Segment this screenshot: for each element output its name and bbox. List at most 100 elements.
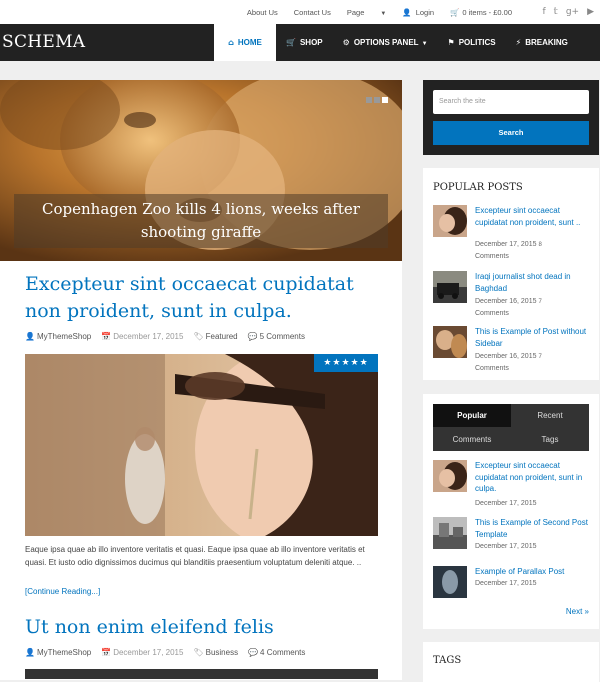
page-menu[interactable]: Page ▼ [347, 8, 386, 17]
tab-popular[interactable]: Popular [433, 404, 511, 427]
widget-title: POPULAR POSTS [433, 182, 523, 193]
featured-slider[interactable]: Copenhagen Zoo kills 4 lions, weeks afte… [0, 80, 402, 261]
about-us-link[interactable]: About Us [247, 8, 278, 17]
google-plus-icon[interactable]: g+ [566, 7, 579, 17]
nav-label: POLITICS [458, 38, 496, 47]
post-thumbnail[interactable] [433, 566, 467, 598]
tab-recent[interactable]: Recent [511, 404, 589, 427]
category-text: Featured [205, 332, 238, 341]
post-comments[interactable]: 💬 5 Comments [248, 332, 305, 341]
gears-icon: ⚙ [342, 38, 350, 47]
cart-icon: 🛒 [450, 7, 460, 17]
twitter-icon[interactable]: 𝕥 [554, 7, 558, 17]
facebook-icon[interactable]: f [542, 7, 545, 17]
social-links: f 𝕥 g+ ▶ [534, 0, 594, 24]
date-text: December 17, 2015 [113, 332, 184, 341]
post-comments[interactable]: 💬 4 Comments [248, 648, 305, 657]
comments-text: 4 Comments [260, 648, 306, 657]
login-link[interactable]: 👤 Login [402, 8, 434, 17]
post-featured-image[interactable]: ★★★★★ [25, 354, 378, 536]
nav-item-breaking[interactable]: ⚡ BREAKING [506, 24, 578, 61]
post-date: 📅 December 17, 2015 [101, 648, 183, 657]
post-thumbnail[interactable] [433, 326, 467, 358]
list-item: Excepteur sint occaecat cupidatat non pr… [433, 205, 595, 260]
post-link[interactable]: This is Example of Second Post Template [475, 517, 593, 540]
main-nav: ⌂ HOME 🛒 SHOP ⚙ OPTIONS PANEL ▼ ⚑ POLITICS ⚡ B… [214, 24, 578, 61]
post-date: December 17, 2015 [475, 543, 537, 550]
tab-bar: Popular Recent Comments Tags [433, 404, 589, 451]
list-item: This is Example of Post without Sidebar … [433, 326, 595, 376]
slider-dot[interactable] [366, 97, 372, 103]
continue-reading-link[interactable]: [Continue Reading...] [25, 587, 100, 596]
post-meta: 👤 MyThemeShop 📅 December 17, 2015 🏷 Feature… [25, 332, 315, 341]
post-thumbnail[interactable] [433, 517, 467, 549]
search-input[interactable]: Search the site [433, 90, 589, 114]
comment-count: 7 [538, 354, 542, 360]
post-thumbnail[interactable] [433, 460, 467, 492]
nav-label: SHOP [299, 38, 323, 47]
nav-item-shop[interactable]: 🛒 SHOP [276, 24, 333, 61]
post-author[interactable]: 👤 MyThemeShop [25, 648, 91, 657]
bolt-icon: ⚡ [515, 38, 522, 47]
comments-icon: 💬 [247, 332, 258, 341]
caret-down-icon: ▼ [380, 10, 387, 17]
post-title[interactable]: Ut non enim eleifend felis [25, 614, 385, 641]
post-link[interactable]: Example of Parallax Post [475, 566, 593, 578]
calendar-icon: 📅 [101, 648, 112, 657]
comment-count: 7 [538, 299, 542, 305]
home-icon: ⌂ [228, 38, 234, 47]
cart-label: 0 items - £0.00 [462, 7, 512, 17]
post-link[interactable]: Iraqi journalist shot dead in Baghdad [475, 271, 593, 294]
post-category[interactable]: 🏷 Business [193, 648, 238, 657]
tab-comments[interactable]: Comments [433, 428, 511, 451]
rating-stars: ★★★★★ [314, 354, 378, 372]
login-label: Login [415, 7, 435, 17]
date-text: December 17, 2015 [475, 241, 537, 248]
caret-down-icon: ▼ [421, 41, 428, 47]
slider-dot-active[interactable] [382, 97, 388, 103]
category-text: Business [205, 648, 239, 657]
nav-item-politics[interactable]: ⚑ POLITICS [438, 24, 506, 61]
slider-dots [364, 97, 388, 103]
site-header: SCHEMA ⌂ HOME 🛒 SHOP ⚙ OPTIONS PANEL ▼ ⚑ POLI… [0, 24, 600, 61]
nav-item-options-panel[interactable]: ⚙ OPTIONS PANEL ▼ [333, 24, 438, 61]
nav-item-home[interactable]: ⌂ HOME [214, 24, 276, 61]
cart-link[interactable]: 🛒 0 items - £0.00 [450, 8, 512, 17]
search-button[interactable]: Search [433, 121, 589, 145]
comments-text: 5 Comments [259, 332, 305, 341]
user-icon: 👤 [402, 7, 412, 17]
post-author[interactable]: 👤 MyThemeShop [25, 332, 91, 341]
calendar-icon: 📅 [101, 332, 112, 341]
comments-label: Comments [475, 365, 509, 372]
post-link[interactable]: This is Example of Post without Sidebar [475, 326, 593, 349]
list-item: Excepteur sint occaecat cupidatat non pr… [433, 460, 595, 510]
post-meta: 👤 MyThemeShop 📅 December 17, 2015 🏷 Busines… [25, 648, 315, 657]
tag-icon: 🏷 [193, 332, 204, 341]
post-date: December 17, 2015 [475, 500, 537, 507]
date-text: December 16, 2015 [475, 298, 537, 305]
slider-caption[interactable]: Copenhagen Zoo kills 4 lions, weeks afte… [14, 194, 388, 248]
post-date: December 17, 2015 [475, 580, 537, 587]
next-button[interactable]: Next » [566, 607, 589, 616]
post-link[interactable]: Excepteur sint occaecat cupidatat non pr… [475, 205, 593, 228]
nav-label: BREAKING [525, 38, 568, 47]
user-icon: 👤 [25, 332, 35, 341]
list-item: Iraqi journalist shot dead in Baghdad De… [433, 271, 595, 321]
date-text: December 17, 2015 [113, 648, 184, 657]
youtube-icon[interactable]: ▶ [587, 7, 594, 17]
post-date: 📅 December 17, 2015 [101, 332, 183, 341]
search-widget: Search the site Search [423, 80, 599, 155]
post-thumbnail[interactable] [433, 205, 467, 237]
contact-us-link[interactable]: Contact Us [294, 8, 331, 17]
cart-icon: 🛒 [286, 38, 296, 47]
post-link[interactable]: Excepteur sint occaecat cupidatat non pr… [475, 460, 593, 495]
slider-dot[interactable] [374, 97, 380, 103]
post-thumbnail[interactable] [433, 271, 467, 303]
post-title[interactable]: Excepteur sint occaecat cupidatat non pr… [25, 271, 355, 325]
woman-photo [25, 354, 378, 536]
post-category[interactable]: 🏷 Featured [193, 332, 237, 341]
site-logo[interactable]: SCHEMA [2, 24, 85, 61]
tag-icon: 🏷 [193, 648, 204, 657]
user-icon: 👤 [25, 648, 35, 657]
tab-tags[interactable]: Tags [511, 428, 589, 451]
